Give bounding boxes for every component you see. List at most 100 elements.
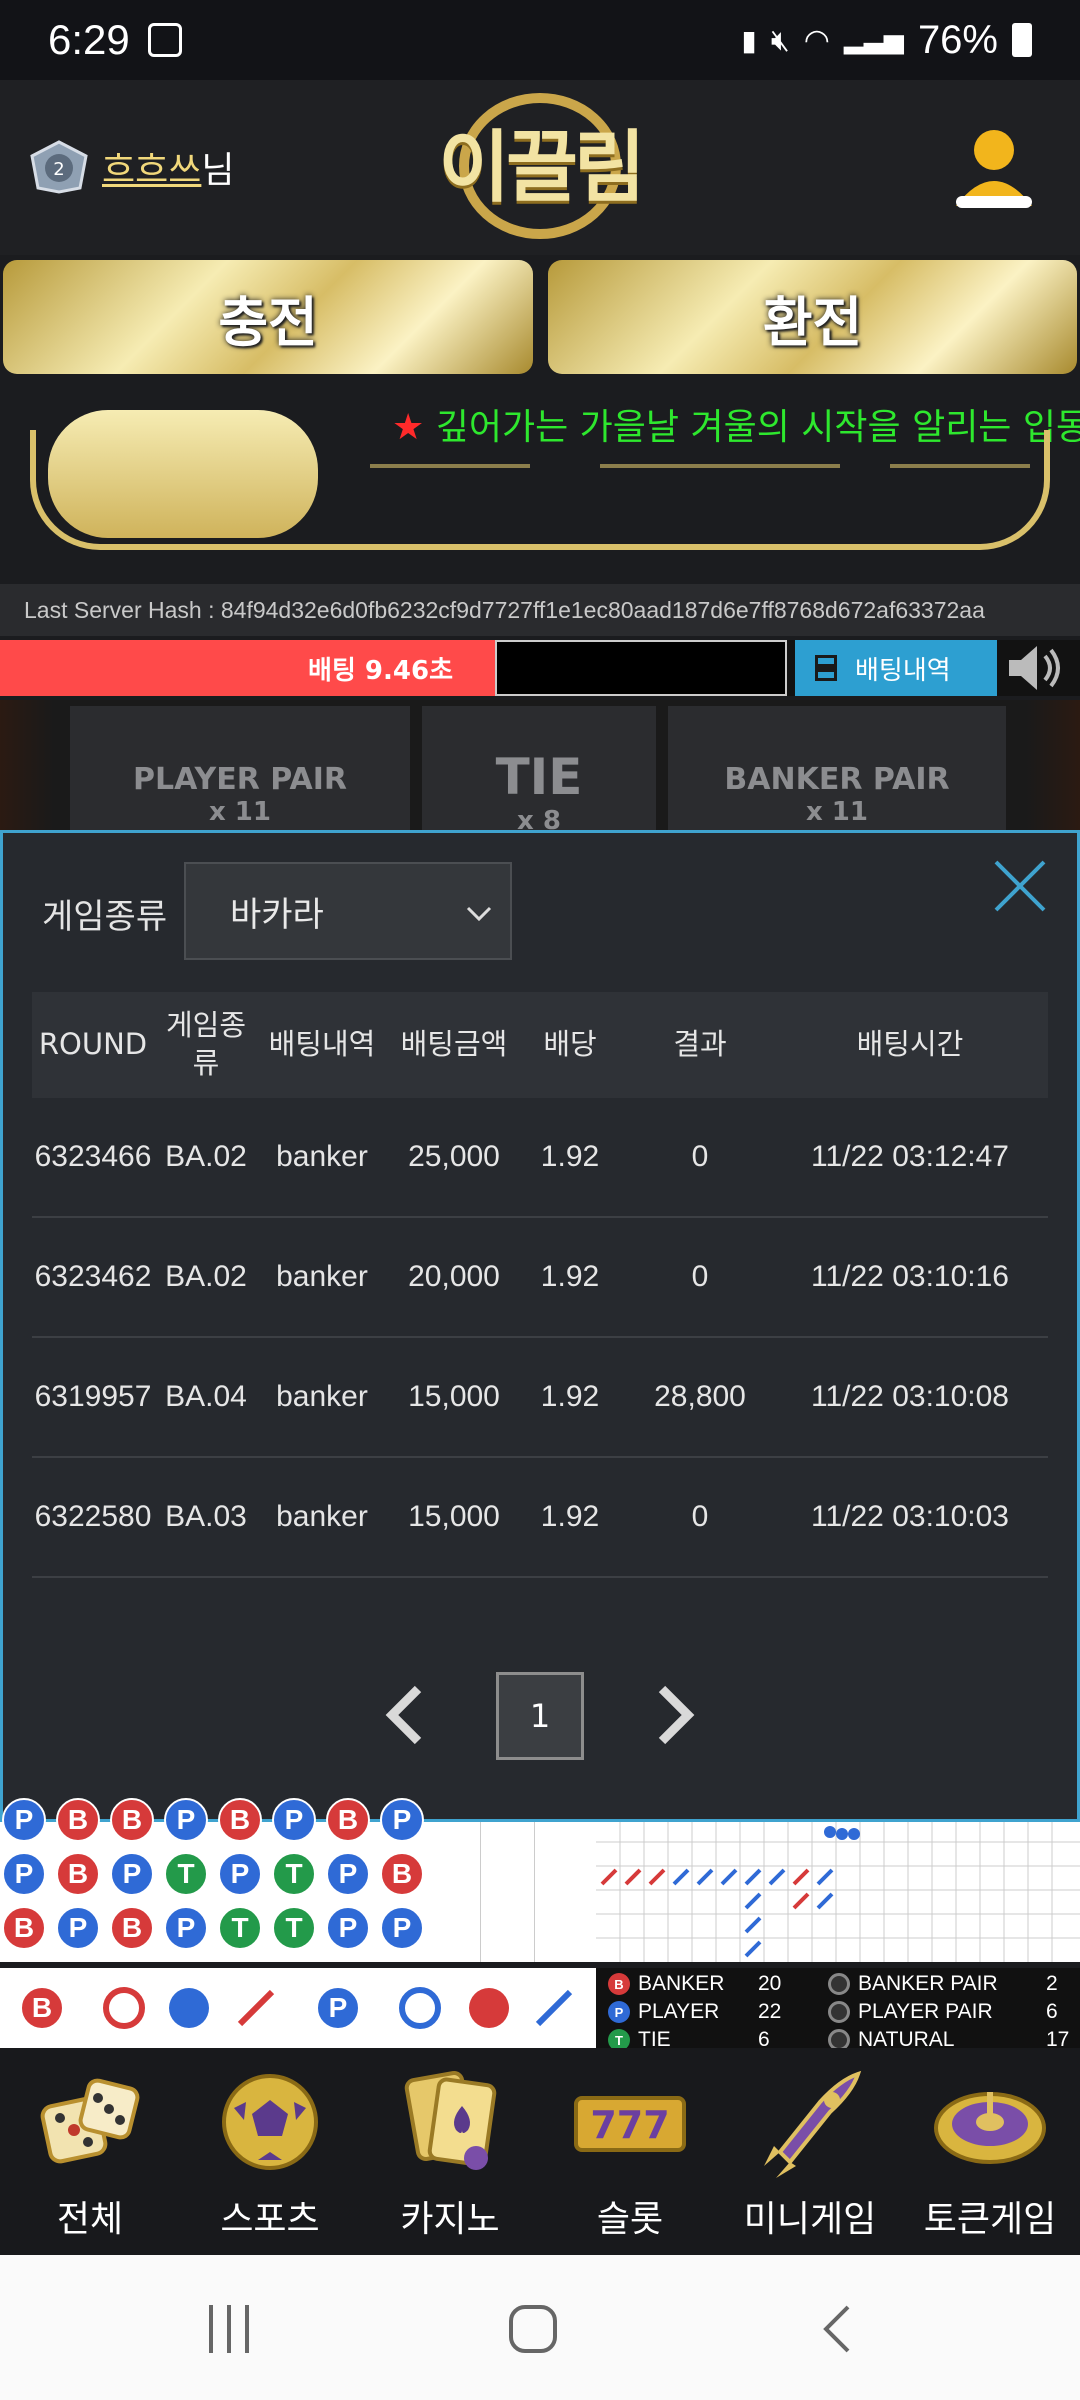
cell-time: 11/22 03:10:03 [811,1500,1009,1533]
zone-name: PLAYER PAIR [133,762,347,797]
cell-result: 28,800 [654,1380,746,1413]
nav-label: 스포츠 [220,2199,320,2240]
stat-banker: B BANKER 20 [608,1972,781,1996]
page-number[interactable]: 1 [496,1672,584,1760]
tab-item[interactable] [890,464,1030,490]
bet-history-button[interactable]: 배팅내역 [795,640,997,696]
blue-dot-icon [169,1988,209,2028]
speaker-icon[interactable] [1005,642,1065,694]
red-ring-icon [103,1987,145,2029]
home-icon[interactable] [505,2301,561,2357]
nav-label: 토큰게임 [923,2199,1057,2240]
nav-slots[interactable]: 777 슬롯 [540,2062,720,2242]
tab-item[interactable] [370,464,530,490]
username-suffix: 님 [201,149,235,190]
nav-label: 슬롯 [596,2199,664,2240]
nav-minigame[interactable]: 미니게임 [720,2062,900,2242]
cell-time: 11/22 03:10:08 [811,1380,1009,1413]
recent-apps-icon[interactable] [205,2299,255,2359]
red-slash-icon [237,1989,275,2027]
close-icon[interactable] [990,856,1050,916]
server-hash: Last Server Hash : 84f94d32e6d0fb6232cf9… [0,584,1080,636]
stat-tie: T TIE 6 [608,2028,770,2048]
rocket-icon [764,2070,862,2178]
signal-icon: ▂▃▅ [843,25,904,55]
bead: T [272,1906,316,1950]
nav-token-game[interactable]: 토큰게임 [900,2062,1080,2242]
nav-sports[interactable]: 스포츠 [180,2062,360,2242]
level-badge-icon: 2 [30,140,88,194]
user-info[interactable]: 2 흐흐쓰님 [28,140,235,194]
tie-zone[interactable]: TIE x 8 [422,706,656,836]
red-dot-icon [469,1988,509,2028]
wifi-icon: ◠ [803,22,830,58]
player-pair-zone[interactable]: PLAYER PAIR x 11 [70,706,410,836]
game-type-select[interactable]: 바카라 [184,862,512,960]
cards-icon [404,2071,497,2170]
col-odds: 배당 [543,1027,597,1062]
col-time: 배팅시간 [856,1027,964,1062]
col-amount: 배팅금액 [400,1027,508,1062]
bead: T [164,1852,208,1896]
bead: T [218,1906,262,1950]
road-stats: B BANKER 20 P PLAYER 22 T TIE 6 BANKER PAIR 2 P… [596,1968,1080,2048]
bead: B [110,1798,154,1842]
nav-casino[interactable]: 카지노 [360,2062,540,2242]
game-type-label: 게임종류 [42,897,168,937]
nav-label: 카지노 [400,2199,500,2240]
selected-game: 바카라 [230,894,324,935]
bet-history-label: 배팅내역 [855,655,951,686]
bead: P [380,1798,424,1842]
back-icon[interactable] [818,2301,858,2357]
mute-icon: 🔇︎ [770,22,790,58]
chevron-left-icon[interactable] [380,1683,430,1747]
bet-timer: 배팅 9.46초 [0,640,495,696]
status-bar: 6:29 ▮ 🔇︎ ◠ ▂▃▅ 76% [0,0,1080,80]
col-result: 결과 [673,1027,727,1062]
chevron-down-icon [466,906,492,922]
svg-text:2: 2 [53,159,64,180]
cell-result: 0 [691,1260,709,1293]
nav-all[interactable]: 전체 [0,2062,180,2242]
nav-label: 미니게임 [743,2199,877,2240]
zone-name: BANKER PAIR [724,762,950,797]
bead: B [380,1852,424,1896]
cell-result: 0 [691,1140,709,1173]
grid-line [480,1822,481,1962]
chevron-right-icon[interactable] [650,1683,700,1747]
zone-name: TIE [495,748,583,806]
tab-item[interactable] [600,464,840,490]
bead: B [110,1906,154,1950]
bead: P [380,1906,424,1950]
bead: T [272,1852,316,1896]
bead: B [56,1798,100,1842]
cell-time: 11/22 03:12:47 [811,1140,1009,1173]
stat-player-pair: PLAYER PAIR 6 [828,2000,1058,2024]
banker-legend-bead: B [20,1986,64,2030]
col-bet: 배팅내역 [268,1027,376,1062]
battery-saver-icon: ▮ [741,23,757,57]
cell-time: 11/22 03:10:16 [811,1260,1009,1293]
banker-pair-zone[interactable]: BANKER PAIR x 11 [668,706,1006,836]
bead: P [164,1906,208,1950]
profile-icon[interactable] [952,126,1036,212]
road-legend: B P [0,1968,596,2048]
bead-road: PBBPBPBPPBPTPTPBBPBPTTPP [0,1798,1080,1962]
bead: P [110,1852,154,1896]
list-icon [815,655,837,681]
tab-active[interactable] [48,410,318,538]
timer-remaining-box [495,640,787,696]
exchange-button[interactable]: 환전 [548,260,1077,374]
svg-text:777: 777 [590,2103,669,2147]
bead: B [218,1798,262,1842]
username[interactable]: 흐흐쓰 [102,149,201,190]
roulette-icon [934,2092,1046,2164]
zone-multiplier: x 11 [805,797,868,827]
bead: P [2,1852,46,1896]
charge-button[interactable]: 충전 [3,260,533,374]
app-logo[interactable]: 이끌림 [435,105,645,217]
bead: P [218,1852,262,1896]
battery-icon [1012,23,1032,57]
bead: P [164,1798,208,1842]
blue-ring-icon [399,1987,441,2029]
